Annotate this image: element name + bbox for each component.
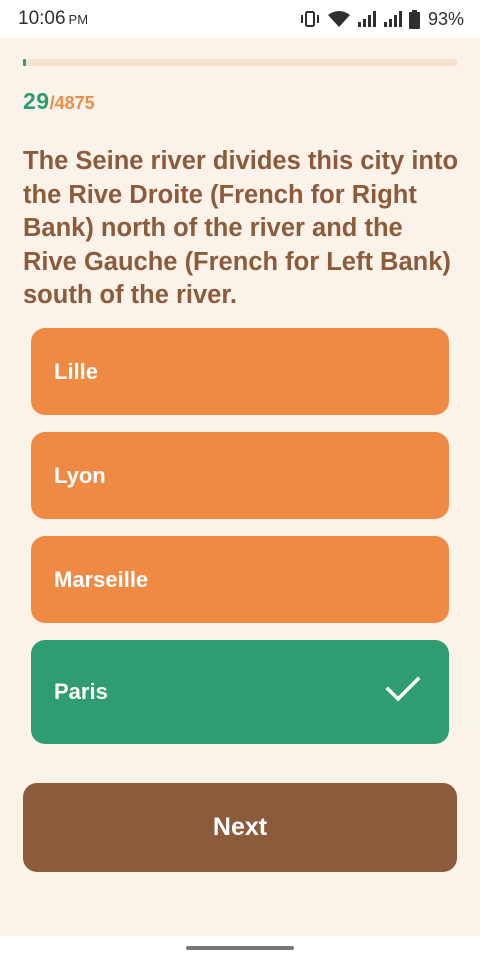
answer-option-marseille[interactable]: Marseille <box>31 536 449 623</box>
next-button[interactable]: Next <box>23 783 457 872</box>
answer-option-lille[interactable]: Lille <box>31 328 449 415</box>
answer-label: Lyon <box>54 462 106 488</box>
answer-label: Lille <box>54 358 99 384</box>
navigation-bar <box>0 936 480 960</box>
status-icons: 93% <box>299 9 464 30</box>
question-counter: 29/4875 <box>23 88 95 115</box>
battery-icon <box>408 9 420 29</box>
status-bar: 10:06 PM 93% <box>0 0 480 38</box>
status-time-value: 10:06 <box>18 8 66 29</box>
answer-option-lyon[interactable]: Lyon <box>31 432 449 519</box>
battery-percent: 93% <box>427 8 464 29</box>
question-total: /4875 <box>49 93 95 113</box>
status-time-ampm: PM <box>68 12 89 27</box>
next-button-label: Next <box>212 813 268 841</box>
status-time: 10:06 PM <box>18 8 88 30</box>
progress-bar-fill <box>23 59 26 66</box>
answer-label: Paris <box>54 679 108 704</box>
question-number: 29 <box>23 88 50 114</box>
wifi-icon <box>327 10 351 28</box>
signal-icon <box>383 10 403 28</box>
answer-label: Marseille <box>54 566 149 592</box>
answer-option-paris[interactable]: Paris <box>31 640 449 744</box>
question-text: The Seine river divides this city into t… <box>23 147 459 309</box>
checkmark-icon <box>385 675 421 709</box>
vibrate-icon <box>299 10 321 28</box>
progress-bar <box>23 59 457 66</box>
home-gesture-handle[interactable] <box>186 946 294 950</box>
signal-icon <box>357 10 377 28</box>
